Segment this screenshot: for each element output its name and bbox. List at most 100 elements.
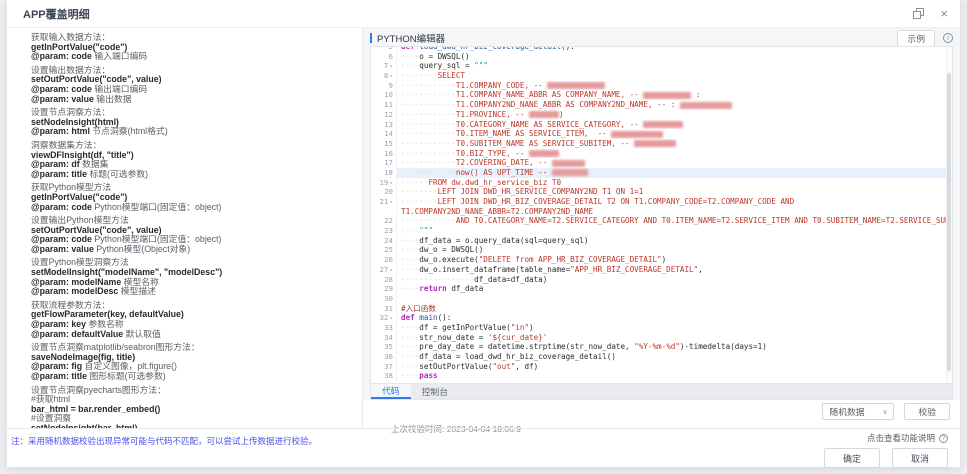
code-text: ····dw_o.insert_dataframe(table_name="AP… xyxy=(397,265,952,275)
line-number: 14 xyxy=(371,129,397,139)
doc-block: 设置输出Python模型方法setOutPortValue("code", va… xyxy=(31,216,354,254)
line-number: 12 xyxy=(371,110,397,120)
code-line[interactable]: 15············T0.SUBITEM_NAME AS SERVICE… xyxy=(371,139,952,149)
redacted-text xyxy=(643,121,683,128)
code-line[interactable]: 14············T0.ITEM_NAME AS SERVICE_IT… xyxy=(371,129,952,139)
data-source-select[interactable]: 随机数据 ∨ xyxy=(822,403,894,420)
code-line[interactable]: 28················df_data=df_data) xyxy=(371,275,952,285)
code-line[interactable]: 22············AND T0.CATEGORY_NAME=T2.SE… xyxy=(371,216,952,226)
line-number: 10 xyxy=(371,90,397,100)
code-line[interactable]: 9············T1.COMPANY_CODE, -- xyxy=(371,81,952,91)
fold-caret-icon[interactable]: ▾ xyxy=(389,73,393,80)
line-number: 13 xyxy=(371,120,397,130)
line-number: 24 xyxy=(371,236,397,246)
doc-block: 设置节点洞察matplotlib/seabron图形方法：saveNodeIma… xyxy=(31,343,354,381)
doc-line: @param: title 图形标题(可选参数) xyxy=(31,372,354,382)
redacted-text xyxy=(634,140,676,147)
redacted-text xyxy=(643,92,691,99)
code-line[interactable]: 26····dw_o.execute("DELETE from APP_HR_B… xyxy=(371,255,952,265)
fold-caret-icon[interactable]: ▾ xyxy=(389,315,393,322)
code-line[interactable]: 37····setOutPortValue("out", df) xyxy=(371,362,952,372)
code-line[interactable]: 36····df_data = load_dwd_hr_biz_coverage… xyxy=(371,352,952,362)
tab-console[interactable]: 控制台 xyxy=(411,384,459,399)
editor-scrollbar[interactable] xyxy=(946,47,952,383)
code-line[interactable]: 23····""" xyxy=(371,226,952,236)
code-line[interactable]: 6····o = DWSQL() xyxy=(371,52,952,62)
doc-block: 设置节点洞察pyecharts图形方法：#获取htmlbar_html = ba… xyxy=(31,386,354,428)
help-icon[interactable]: ? xyxy=(939,434,948,443)
help-link[interactable]: 点击查看功能说明 xyxy=(867,432,935,444)
code-line[interactable]: 18············now() AS UPT_TIME -- xyxy=(371,168,952,178)
code-line[interactable]: 12············T1.PROVINCE, -- ) xyxy=(371,110,952,120)
fold-caret-icon[interactable]: ▾ xyxy=(389,199,393,206)
code-line[interactable]: 25····dw_o = DWSQL() xyxy=(371,245,952,255)
fold-caret-icon[interactable]: ▾ xyxy=(389,180,393,187)
code-line[interactable]: T1.COMPANY2ND_NANE_ABBR=T2.COMPANY2ND_NA… xyxy=(371,207,952,217)
close-icon[interactable]: × xyxy=(940,9,948,19)
code-line[interactable]: 31#入口函数 xyxy=(371,304,952,314)
code-text: ····o = DWSQL() xyxy=(397,52,952,62)
expand-icon[interactable] xyxy=(913,8,924,19)
code-line[interactable]: 13············T0.CATEGORY_NAME AS SERVIC… xyxy=(371,120,952,130)
line-number: 18 xyxy=(371,168,397,178)
doc-block: 设置输出数据方法：setOutPortValue("code", value)@… xyxy=(31,66,354,104)
code-line[interactable]: 8▾········SELECT xyxy=(371,71,952,81)
doc-block: 设置Python模型洞察方法setModelInsight("modelName… xyxy=(31,258,354,296)
code-line[interactable]: 35····pre_day_date = datetime.strptime(s… xyxy=(371,342,952,352)
code-text: ············T0.ITEM_NAME AS SERVICE_ITEM… xyxy=(397,129,952,139)
doc-line: @param: title 标题(可选参数) xyxy=(31,170,354,180)
code-text: ············T2.COVERING_DATE, -- xyxy=(397,158,952,168)
doc-block: 设置节点洞察方法：setNodeInsight(html)@param: htm… xyxy=(31,108,354,137)
code-line[interactable]: 27▾····dw_o.insert_dataframe(table_name=… xyxy=(371,265,952,275)
code-text: ········SELECT xyxy=(397,71,952,81)
verify-button[interactable]: 校验 xyxy=(904,403,950,420)
fold-caret-icon[interactable]: ▾ xyxy=(389,267,393,274)
code-line[interactable]: 20········LEFT JOIN DWD_HR_SERVICE_COMPA… xyxy=(371,187,952,197)
line-number: 32▾ xyxy=(371,313,397,323)
code-text: ············T0.BIZ_TYPE, -- xyxy=(397,149,952,159)
line-number: 30 xyxy=(371,294,397,304)
scrollbar-thumb[interactable] xyxy=(947,73,951,371)
code-line[interactable]: 16············T0.BIZ_TYPE, -- xyxy=(371,149,952,159)
doc-line: @param: code Python模型端口(固定值：object) xyxy=(31,203,354,213)
line-number: 11 xyxy=(371,100,397,110)
code-line[interactable]: 21▾········LEFT JOIN DWD_HR_BIZ_COVERAGE… xyxy=(371,197,952,207)
code-line[interactable]: 19▾······FROM dw.dwd_hr_service_biz T0 xyxy=(371,178,952,188)
line-number: 22 xyxy=(371,216,397,226)
cancel-button[interactable]: 取消 xyxy=(892,448,948,468)
code-line[interactable]: 10············T1.COMPANY_NAME_ABBR AS CO… xyxy=(371,90,952,100)
line-number: 19▾ xyxy=(371,178,397,188)
redacted-text xyxy=(552,160,585,167)
example-button[interactable]: 示例 xyxy=(897,30,935,47)
code-line[interactable]: 11············T1.COMPANY2ND_NANE_ABBR AS… xyxy=(371,100,952,110)
code-text: ······FROM dw.dwd_hr_service_biz T0 xyxy=(397,178,952,188)
tab-code[interactable]: 代码 xyxy=(371,384,411,399)
redacted-text xyxy=(529,150,559,157)
doc-line: @param: value Python模型(Object对象) xyxy=(31,245,354,255)
line-number: 8▾ xyxy=(371,71,397,81)
code-line[interactable]: 38····pass xyxy=(371,371,952,381)
code-line[interactable]: 30 xyxy=(371,294,952,304)
random-data-note: 注：采用随机数据校验出现异常可能与代码不匹配，可以尝试上传数据进行校验。 xyxy=(11,429,317,467)
doc-line: @param: code 输入端口编码 xyxy=(31,52,354,62)
dialog-footer: 注：采用随机数据校验出现异常可能与代码不匹配，可以尝试上传数据进行校验。 点击查… xyxy=(7,428,960,467)
editor-panel: PYTHON编辑器 示例 i 5def load_dwd_hr_biz_cove… xyxy=(363,28,960,428)
editor-title: PYTHON编辑器 xyxy=(377,31,445,45)
fold-caret-icon[interactable]: ▾ xyxy=(389,63,393,70)
code-line[interactable]: 34····str_now_date = '${cur_date}' xyxy=(371,333,952,343)
code-line[interactable]: 32▾def main(): xyxy=(371,313,952,323)
code-editor[interactable]: 5def load_dwd_hr_biz_coverage_detail():6… xyxy=(370,46,953,384)
code-line[interactable]: 7▾····query_sql = """ xyxy=(371,61,952,71)
redacted-text xyxy=(547,82,605,89)
code-text: ············T0.CATEGORY_NAME AS SERVICE_… xyxy=(397,120,952,130)
info-icon[interactable]: i xyxy=(943,33,953,43)
code-text: ············T1.COMPANY_CODE, -- xyxy=(397,81,952,91)
code-line[interactable]: 24····df_data = o.query_data(sql=query_s… xyxy=(371,236,952,246)
docs-panel: 获取输入数据方法：getInPortValue("code")@param: c… xyxy=(7,28,363,428)
ok-button[interactable]: 确定 xyxy=(824,448,880,468)
line-number: 25 xyxy=(371,245,397,255)
code-text: ············T0.SUBITEM_NAME AS SERVICE_S… xyxy=(397,139,952,149)
code-line[interactable]: 33····df = getInPortValue("in") xyxy=(371,323,952,333)
code-line[interactable]: 17············T2.COVERING_DATE, -- xyxy=(371,158,952,168)
code-line[interactable]: 29····return df_data xyxy=(371,284,952,294)
